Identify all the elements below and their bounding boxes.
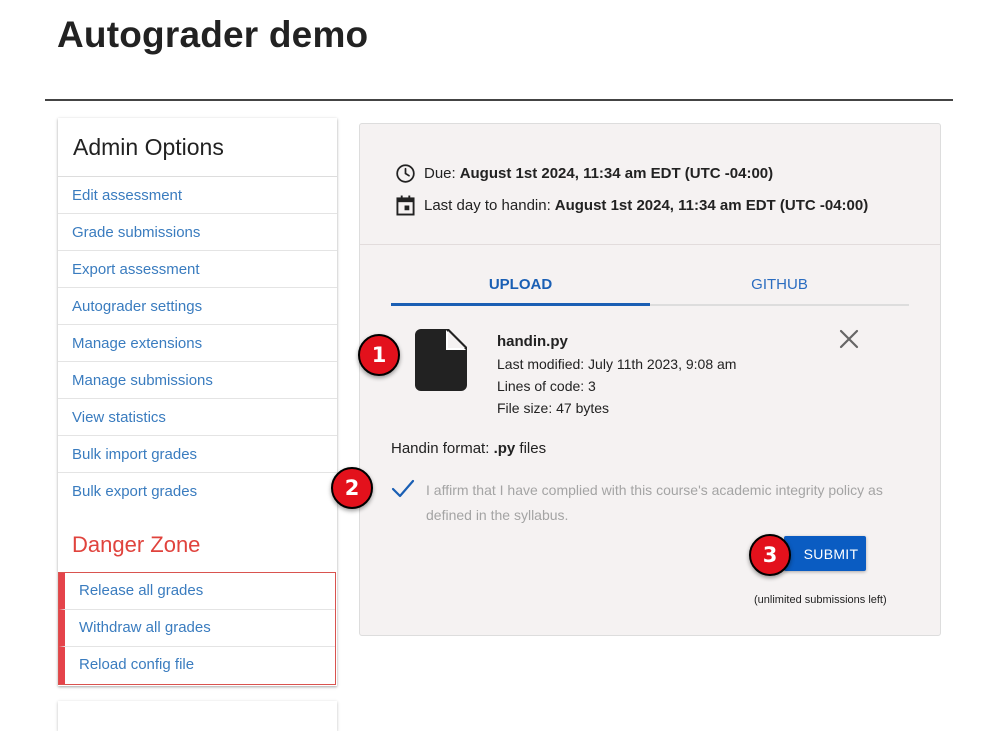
annotation-badge-2: 2 (331, 467, 373, 509)
last-day-label: Last day to handin: (424, 196, 551, 214)
remove-file-button[interactable] (837, 327, 861, 351)
due-value: August 1st 2024, 11:34 am EDT (UTC -04:0… (459, 164, 774, 182)
danger-zone-list: Release all grades Withdraw all grades R… (58, 572, 336, 685)
sidebar-item-bulk-export-grades[interactable]: Bulk export grades (58, 473, 337, 510)
file-info: handin.py Last modified: July 11th 2023,… (497, 331, 736, 419)
admin-options-heading: Admin Options (58, 118, 337, 177)
handin-format-suffix: files (519, 440, 547, 457)
tab-github[interactable]: GITHUB (650, 272, 909, 304)
last-day-row: Last day to handin: August 1st 2024, 11:… (394, 189, 940, 221)
danger-item-release-all-grades[interactable]: Release all grades (59, 573, 335, 610)
handin-tabs: UPLOAD GITHUB (391, 272, 909, 306)
danger-zone-heading: Danger Zone (72, 532, 201, 557)
due-section: Due: August 1st 2024, 11:34 am EDT (UTC … (360, 124, 940, 245)
admin-options-panel: Admin Options Edit assessment Grade subm… (58, 118, 337, 686)
calendar-icon (394, 194, 416, 216)
tab-upload[interactable]: UPLOAD (391, 272, 650, 306)
annotation-badge-1: 1 (358, 334, 400, 376)
annotation-badge-3: 3 (749, 534, 791, 576)
sidebar-item-manage-extensions[interactable]: Manage extensions (58, 325, 337, 362)
sidebar-item-view-statistics[interactable]: View statistics (58, 399, 337, 436)
sidebar-item-grade-submissions[interactable]: Grade submissions (58, 214, 337, 251)
file-name: handin.py (497, 333, 568, 350)
close-icon[interactable] (837, 327, 861, 351)
sidebar-item-edit-assessment[interactable]: Edit assessment (58, 177, 337, 214)
sidebar-item-export-assessment[interactable]: Export assessment (58, 251, 337, 288)
danger-item-reload-config-file[interactable]: Reload config file (59, 647, 335, 684)
file-modified: Last modified: July 11th 2023, 9:08 am (497, 356, 737, 372)
sidebar-item-manage-submissions[interactable]: Manage submissions (58, 362, 337, 399)
sidebar-item-autograder-settings[interactable]: Autograder settings (58, 288, 337, 325)
last-day-value: August 1st 2024, 11:34 am EDT (UTC -04:0… (554, 196, 869, 214)
affirm-checkbox[interactable] (391, 478, 415, 505)
file-icon (415, 329, 467, 396)
submit-button[interactable]: SUBMIT (784, 536, 866, 571)
clock-icon (394, 162, 416, 184)
selected-file: handin.py Last modified: July 11th 2023,… (415, 327, 895, 422)
handin-format-label: Handin format: (391, 440, 490, 457)
handin-format-value: .py (493, 440, 516, 457)
secondary-panel (58, 701, 337, 731)
checkmark-icon[interactable] (391, 478, 415, 500)
file-size: File size: 47 bytes (497, 400, 610, 416)
danger-item-withdraw-all-grades[interactable]: Withdraw all grades (59, 610, 335, 647)
affirm-text: I affirm that I have complied with this … (426, 482, 883, 523)
due-date-row: Due: August 1st 2024, 11:34 am EDT (UTC … (394, 157, 940, 189)
title-divider (45, 99, 953, 101)
page-title: Autograder demo (57, 14, 369, 55)
due-label: Due: (424, 164, 456, 182)
handin-card: Due: August 1st 2024, 11:34 am EDT (UTC … (359, 123, 941, 636)
submissions-remaining: (unlimited submissions left) (754, 594, 887, 606)
sidebar-item-bulk-import-grades[interactable]: Bulk import grades (58, 436, 337, 473)
file-lines: Lines of code: 3 (497, 378, 596, 394)
handin-format: Handin format: .py files (391, 440, 546, 457)
